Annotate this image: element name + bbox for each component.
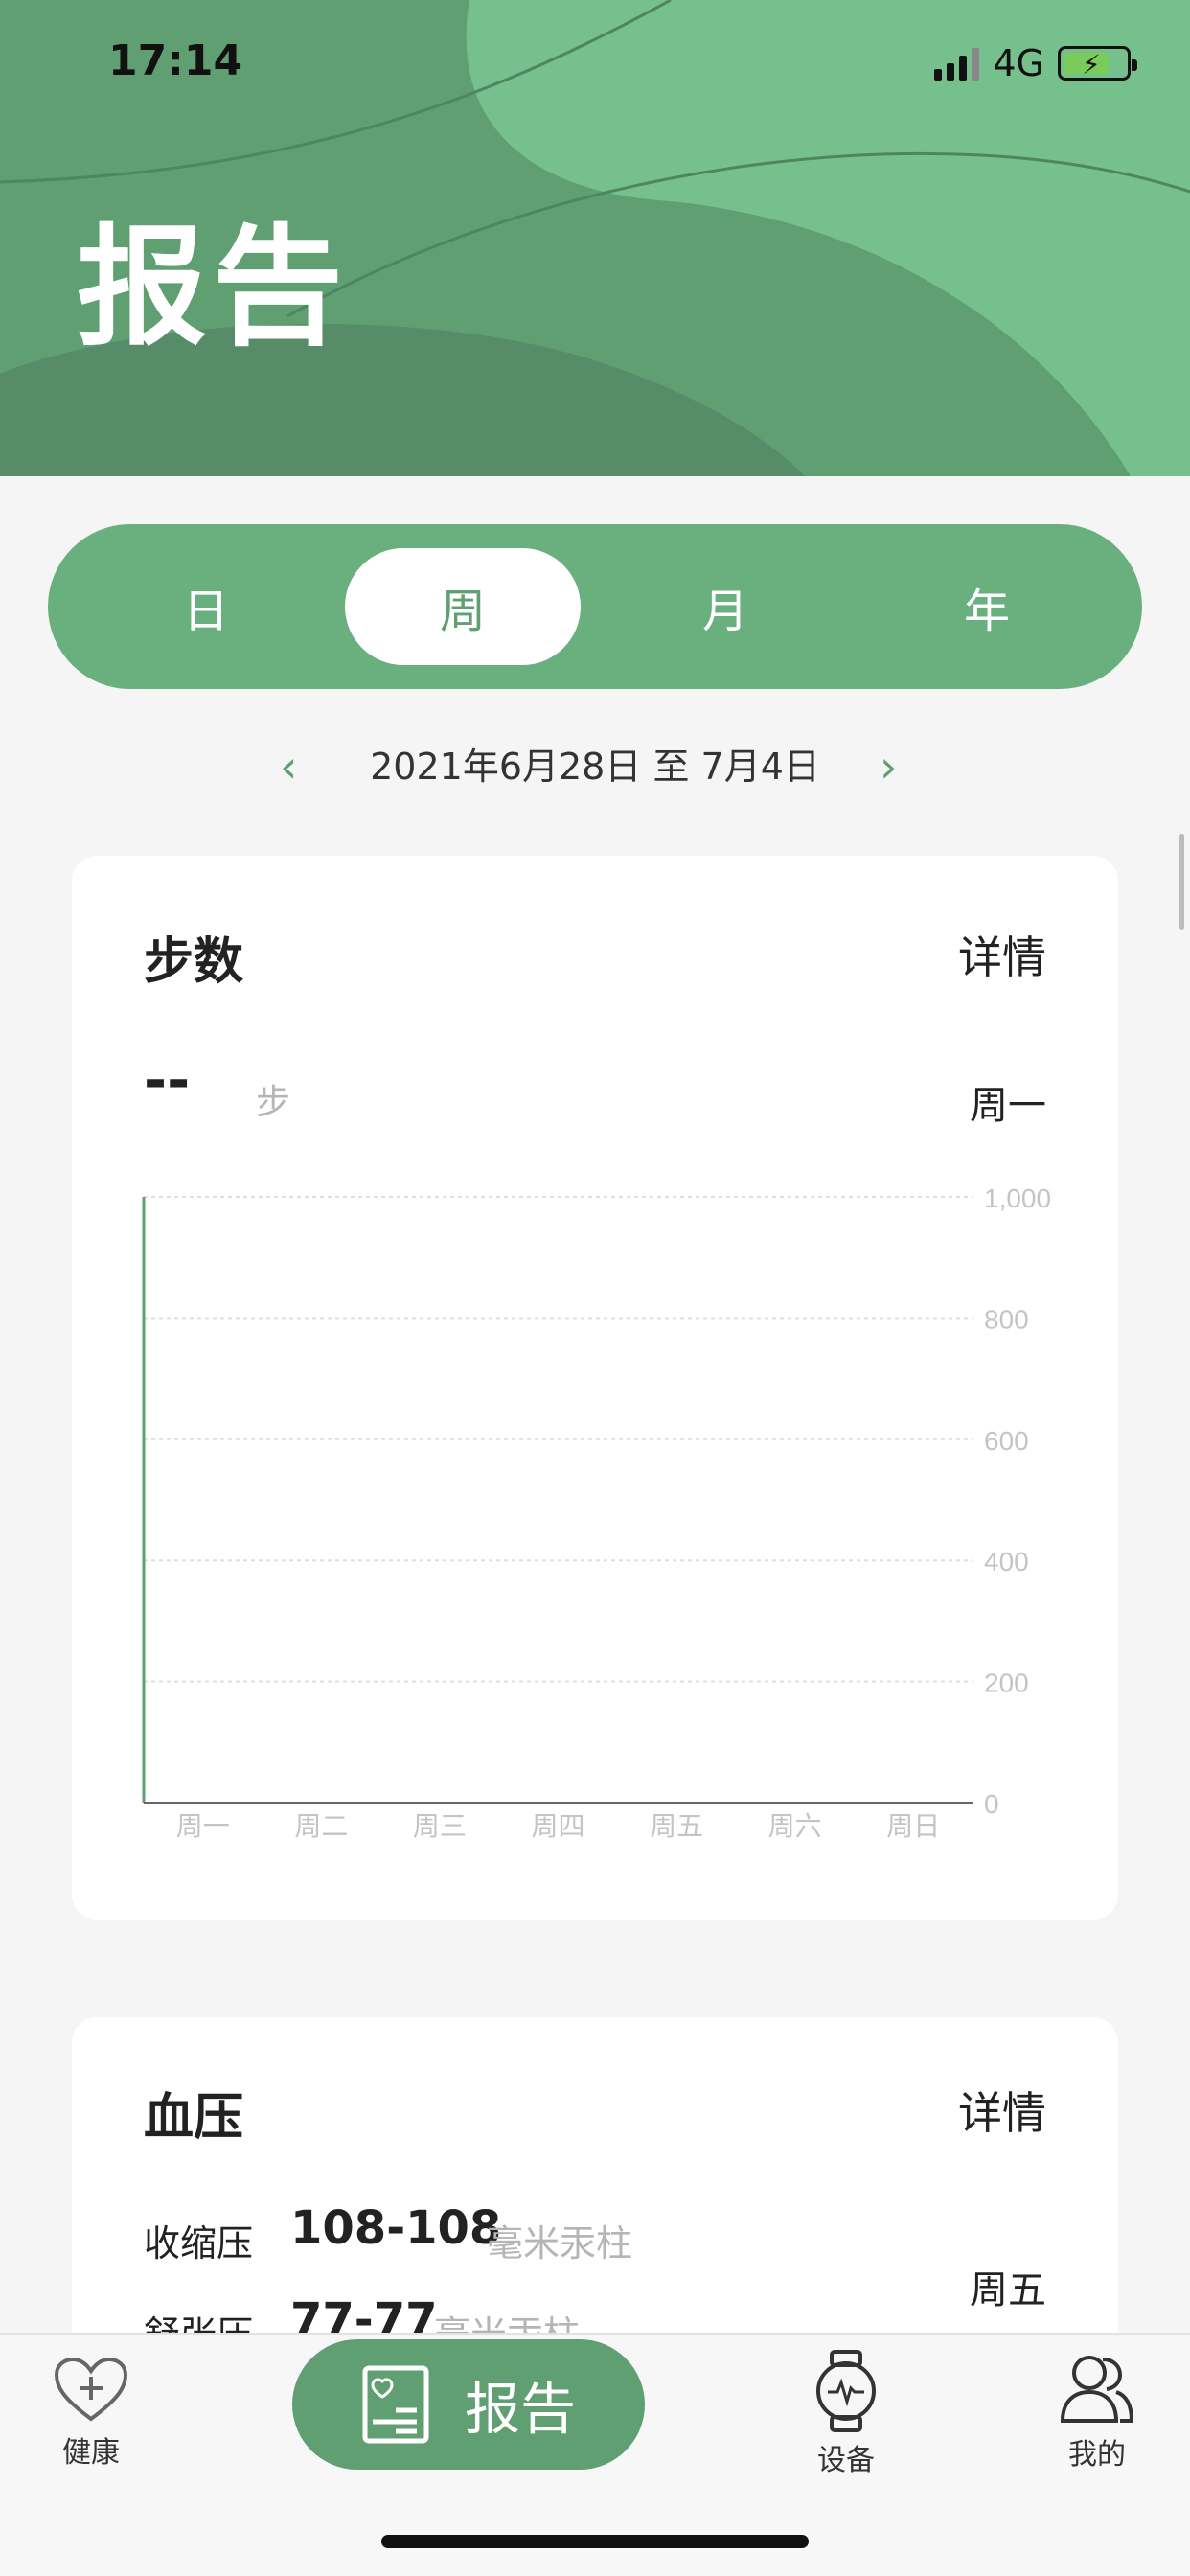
x-tick-label: 周四 bbox=[531, 1810, 584, 1842]
report-document-icon bbox=[362, 2365, 429, 2444]
network-type: 4G bbox=[993, 42, 1044, 84]
date-navigator: ‹ 2021年6月28日 至 7月4日 › bbox=[0, 738, 1190, 795]
period-segmented-control: 日 周 月 年 bbox=[48, 524, 1142, 689]
bp-card-title: 血压 bbox=[144, 2089, 244, 2147]
y-tick-label: 400 bbox=[984, 1547, 1029, 1576]
x-tick-label: 周二 bbox=[294, 1810, 348, 1842]
status-indicators: 4G ⚡ bbox=[934, 42, 1137, 84]
battery-icon: ⚡ bbox=[1058, 46, 1137, 80]
y-tick-label: 600 bbox=[984, 1426, 1029, 1456]
systolic-unit: 毫米汞柱 bbox=[487, 2222, 633, 2265]
tab-report-label: 报告 bbox=[464, 2377, 576, 2442]
tab-health[interactable]: 健康 bbox=[48, 2356, 134, 2471]
x-tick-label: 周一 bbox=[176, 1810, 230, 1842]
tab-health-label: 健康 bbox=[62, 2436, 120, 2470]
date-range-label: 2021年6月28日 至 7月4日 bbox=[370, 746, 820, 788]
status-time: 17:14 bbox=[108, 36, 243, 85]
header-banner: 17:14 4G ⚡ 报告 bbox=[0, 0, 1190, 476]
watch-icon bbox=[816, 2350, 876, 2432]
systolic-value: 108-108 bbox=[290, 2201, 502, 2255]
y-tick-label: 1,000 bbox=[984, 1184, 1051, 1213]
x-tick-label: 周六 bbox=[768, 1810, 822, 1842]
y-tick-label: 800 bbox=[984, 1304, 1029, 1334]
tab-device-label: 设备 bbox=[817, 2444, 875, 2477]
tab-report[interactable]: 报告 bbox=[292, 2339, 645, 2470]
tab-device[interactable]: 设备 bbox=[803, 2350, 889, 2478]
chevron-right-icon[interactable]: › bbox=[880, 738, 897, 795]
steps-chart: 0 200 400 600 800 1,000 周一 周二 周三 周四 周五 周六 周日 bbox=[142, 1184, 1051, 1842]
bp-selected-day: 周五 bbox=[970, 2268, 1046, 2312]
y-tick-label: 200 bbox=[984, 1668, 1029, 1698]
tab-mine[interactable]: 我的 bbox=[1054, 2354, 1140, 2472]
steps-card: 步数 详情 -- 步 周一 0 200 400 600 800 1,000 周一 周二 周三 周四… bbox=[72, 856, 1118, 1920]
report-page: 17:14 4G ⚡ 报告 日 周 月 年 ‹ 2021年6月28日 至 7月4… bbox=[0, 0, 1190, 2576]
segment-year[interactable]: 年 bbox=[869, 548, 1105, 665]
users-icon bbox=[1060, 2356, 1134, 2423]
systolic-label: 收缩压 bbox=[144, 2222, 254, 2265]
x-tick-label: 周三 bbox=[413, 1810, 467, 1842]
page-title: 报告 bbox=[77, 213, 349, 364]
segment-month[interactable]: 月 bbox=[607, 548, 843, 665]
home-indicator bbox=[381, 2535, 809, 2548]
x-tick-label: 周五 bbox=[650, 1810, 703, 1842]
x-tick-label: 周日 bbox=[886, 1810, 940, 1842]
segment-week[interactable]: 周 bbox=[345, 548, 581, 665]
heart-plus-icon bbox=[54, 2357, 128, 2422]
bp-detail-link[interactable]: 详情 bbox=[958, 2079, 1046, 2142]
scrollbar[interactable] bbox=[1179, 834, 1184, 930]
segment-day[interactable]: 日 bbox=[88, 548, 324, 665]
tab-mine-label: 我的 bbox=[1068, 2438, 1126, 2472]
y-tick-label: 0 bbox=[984, 1789, 999, 1819]
signal-icon bbox=[934, 46, 980, 80]
